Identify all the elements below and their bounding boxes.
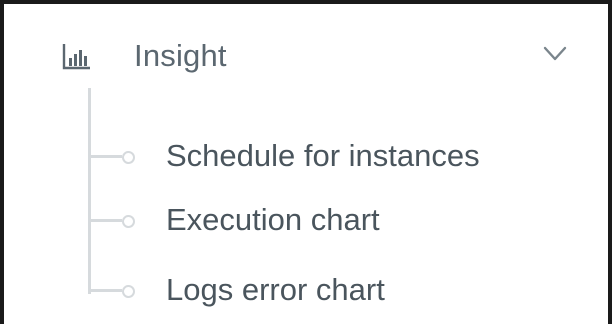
- menu-item-schedule-for-instances[interactable]: Schedule for instances: [88, 128, 568, 188]
- insight-section-header[interactable]: Insight: [60, 24, 590, 88]
- chevron-down-icon[interactable]: [540, 42, 570, 66]
- menu-item-label: Logs error chart: [166, 272, 385, 307]
- bar-chart-icon: [62, 40, 92, 72]
- tree-branch-line: [88, 219, 122, 222]
- tree-branch-line: [88, 289, 122, 292]
- tree-node-dot-icon: [122, 215, 135, 228]
- tree-node-dot-icon: [122, 151, 135, 164]
- menu-item-label: Schedule for instances: [166, 138, 480, 173]
- tree-node-dot-icon: [122, 285, 135, 298]
- menu-item-logs-error-chart[interactable]: Logs error chart: [88, 262, 568, 322]
- menu-item-execution-chart[interactable]: Execution chart: [88, 192, 568, 252]
- sidebar-menu-panel: Insight Schedule for instances Execution…: [0, 0, 612, 324]
- insight-section-label: Insight: [134, 38, 227, 73]
- tree-branch-line: [88, 155, 122, 158]
- menu-item-label: Execution chart: [166, 202, 380, 237]
